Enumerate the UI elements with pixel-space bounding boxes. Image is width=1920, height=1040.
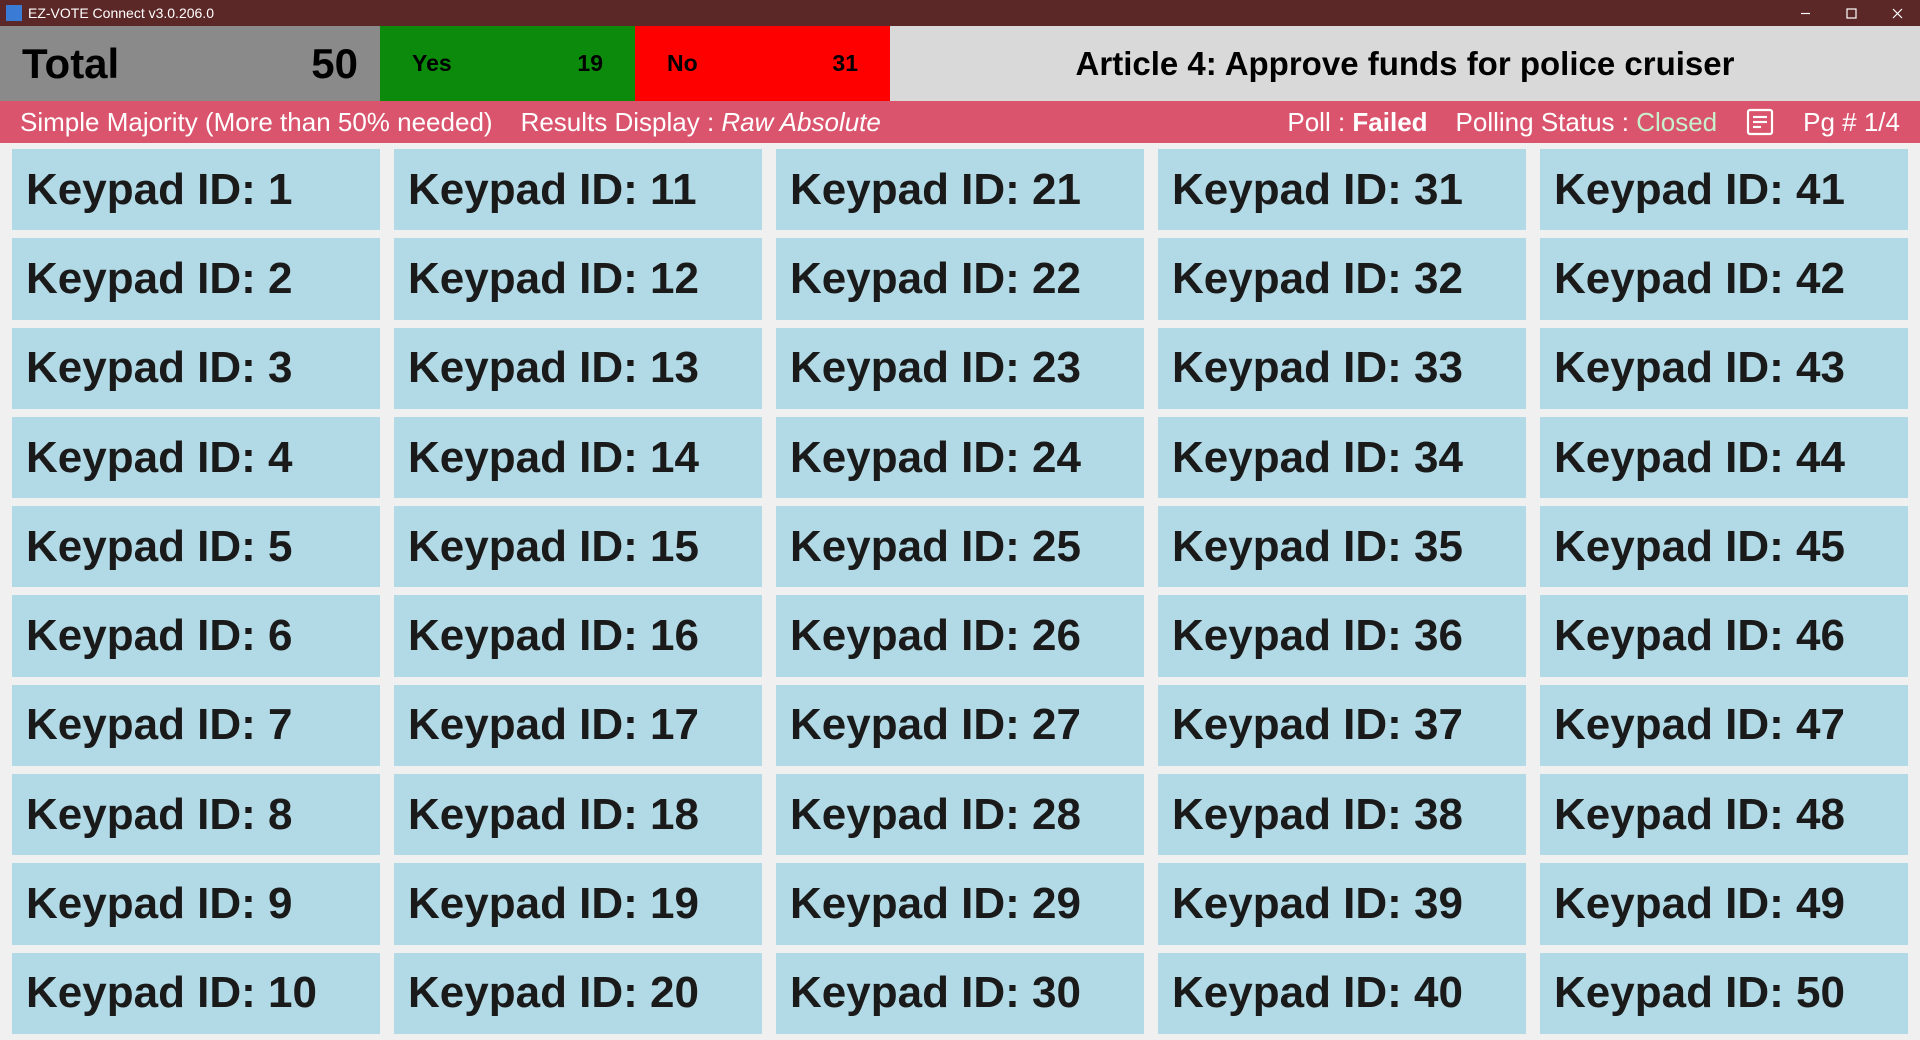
keypad-col-4: Keypad ID: 31Keypad ID: 32Keypad ID: 33K… — [1158, 149, 1526, 1034]
total-value: 50 — [311, 40, 358, 88]
keypad-cell[interactable]: Keypad ID: 26 — [776, 595, 1144, 676]
yes-value: 19 — [577, 50, 603, 77]
keypad-cell[interactable]: Keypad ID: 45 — [1540, 506, 1908, 587]
keypad-cell[interactable]: Keypad ID: 1 — [12, 149, 380, 230]
page-indicator: Pg # 1/4 — [1803, 107, 1900, 138]
keypad-cell[interactable]: Keypad ID: 32 — [1158, 238, 1526, 319]
keypad-cell[interactable]: Keypad ID: 9 — [12, 863, 380, 944]
results-display: Results Display : Raw Absolute — [521, 107, 881, 138]
keypad-cell[interactable]: Keypad ID: 33 — [1158, 328, 1526, 409]
keypad-cell[interactable]: Keypad ID: 28 — [776, 774, 1144, 855]
keypad-cell[interactable]: Keypad ID: 42 — [1540, 238, 1908, 319]
yes-box: Yes 19 — [380, 26, 635, 101]
keypad-cell[interactable]: Keypad ID: 15 — [394, 506, 762, 587]
keypad-cell[interactable]: Keypad ID: 5 — [12, 506, 380, 587]
keypad-cell[interactable]: Keypad ID: 49 — [1540, 863, 1908, 944]
keypad-cell[interactable]: Keypad ID: 41 — [1540, 149, 1908, 230]
keypad-cell[interactable]: Keypad ID: 27 — [776, 685, 1144, 766]
keypad-cell[interactable]: Keypad ID: 39 — [1158, 863, 1526, 944]
list-icon[interactable] — [1745, 107, 1775, 137]
keypad-cell[interactable]: Keypad ID: 47 — [1540, 685, 1908, 766]
keypad-col-1: Keypad ID: 1Keypad ID: 2Keypad ID: 3Keyp… — [12, 149, 380, 1034]
poll-result: Poll : Failed — [1287, 107, 1427, 138]
polling-status-value: Closed — [1636, 107, 1717, 137]
keypad-cell[interactable]: Keypad ID: 31 — [1158, 149, 1526, 230]
keypad-cell[interactable]: Keypad ID: 25 — [776, 506, 1144, 587]
maximize-button[interactable] — [1828, 0, 1874, 26]
window-titlebar: EZ-VOTE Connect v3.0.206.0 — [0, 0, 1920, 26]
keypad-cell[interactable]: Keypad ID: 34 — [1158, 417, 1526, 498]
keypad-col-5: Keypad ID: 41Keypad ID: 42Keypad ID: 43K… — [1540, 149, 1908, 1034]
keypad-cell[interactable]: Keypad ID: 21 — [776, 149, 1144, 230]
keypad-cell[interactable]: Keypad ID: 7 — [12, 685, 380, 766]
keypad-grid: Keypad ID: 1Keypad ID: 2Keypad ID: 3Keyp… — [0, 143, 1920, 1040]
keypad-cell[interactable]: Keypad ID: 46 — [1540, 595, 1908, 676]
total-box: Total 50 — [0, 26, 380, 101]
keypad-cell[interactable]: Keypad ID: 24 — [776, 417, 1144, 498]
status-bar: Simple Majority (More than 50% needed) R… — [0, 101, 1920, 143]
keypad-cell[interactable]: Keypad ID: 50 — [1540, 953, 1908, 1034]
keypad-cell[interactable]: Keypad ID: 30 — [776, 953, 1144, 1034]
keypad-cell[interactable]: Keypad ID: 29 — [776, 863, 1144, 944]
majority-rule: Simple Majority (More than 50% needed) — [20, 107, 493, 138]
keypad-cell[interactable]: Keypad ID: 20 — [394, 953, 762, 1034]
keypad-cell[interactable]: Keypad ID: 17 — [394, 685, 762, 766]
no-box: No 31 — [635, 26, 890, 101]
polling-status-label: Polling Status : — [1456, 107, 1637, 137]
keypad-col-2: Keypad ID: 11Keypad ID: 12Keypad ID: 13K… — [394, 149, 762, 1034]
keypad-cell[interactable]: Keypad ID: 40 — [1158, 953, 1526, 1034]
results-display-value: Raw Absolute — [721, 107, 880, 137]
keypad-cell[interactable]: Keypad ID: 19 — [394, 863, 762, 944]
keypad-cell[interactable]: Keypad ID: 6 — [12, 595, 380, 676]
keypad-cell[interactable]: Keypad ID: 35 — [1158, 506, 1526, 587]
keypad-col-3: Keypad ID: 21Keypad ID: 22Keypad ID: 23K… — [776, 149, 1144, 1034]
window-title: EZ-VOTE Connect v3.0.206.0 — [28, 5, 214, 21]
minimize-button[interactable] — [1782, 0, 1828, 26]
keypad-cell[interactable]: Keypad ID: 23 — [776, 328, 1144, 409]
close-button[interactable] — [1874, 0, 1920, 26]
keypad-cell[interactable]: Keypad ID: 12 — [394, 238, 762, 319]
keypad-cell[interactable]: Keypad ID: 18 — [394, 774, 762, 855]
yes-label: Yes — [412, 50, 452, 77]
poll-result-value: Failed — [1352, 107, 1427, 137]
summary-row: Total 50 Yes 19 No 31 Article 4: Approve… — [0, 26, 1920, 101]
keypad-cell[interactable]: Keypad ID: 38 — [1158, 774, 1526, 855]
keypad-cell[interactable]: Keypad ID: 10 — [12, 953, 380, 1034]
keypad-cell[interactable]: Keypad ID: 43 — [1540, 328, 1908, 409]
keypad-cell[interactable]: Keypad ID: 37 — [1158, 685, 1526, 766]
app-icon — [6, 5, 22, 21]
no-label: No — [667, 50, 698, 77]
total-label: Total — [22, 40, 119, 88]
keypad-cell[interactable]: Keypad ID: 3 — [12, 328, 380, 409]
keypad-cell[interactable]: Keypad ID: 4 — [12, 417, 380, 498]
keypad-cell[interactable]: Keypad ID: 16 — [394, 595, 762, 676]
question-box: Article 4: Approve funds for police crui… — [890, 26, 1920, 101]
keypad-cell[interactable]: Keypad ID: 2 — [12, 238, 380, 319]
keypad-cell[interactable]: Keypad ID: 14 — [394, 417, 762, 498]
keypad-cell[interactable]: Keypad ID: 8 — [12, 774, 380, 855]
polling-status: Polling Status : Closed — [1456, 107, 1718, 138]
keypad-cell[interactable]: Keypad ID: 48 — [1540, 774, 1908, 855]
keypad-cell[interactable]: Keypad ID: 36 — [1158, 595, 1526, 676]
window-controls — [1782, 0, 1920, 26]
keypad-cell[interactable]: Keypad ID: 13 — [394, 328, 762, 409]
no-value: 31 — [832, 50, 858, 77]
keypad-cell[interactable]: Keypad ID: 22 — [776, 238, 1144, 319]
keypad-cell[interactable]: Keypad ID: 44 — [1540, 417, 1908, 498]
poll-label: Poll : — [1287, 107, 1352, 137]
question-text: Article 4: Approve funds for police crui… — [1076, 45, 1735, 83]
results-display-label: Results Display : — [521, 107, 722, 137]
keypad-cell[interactable]: Keypad ID: 11 — [394, 149, 762, 230]
